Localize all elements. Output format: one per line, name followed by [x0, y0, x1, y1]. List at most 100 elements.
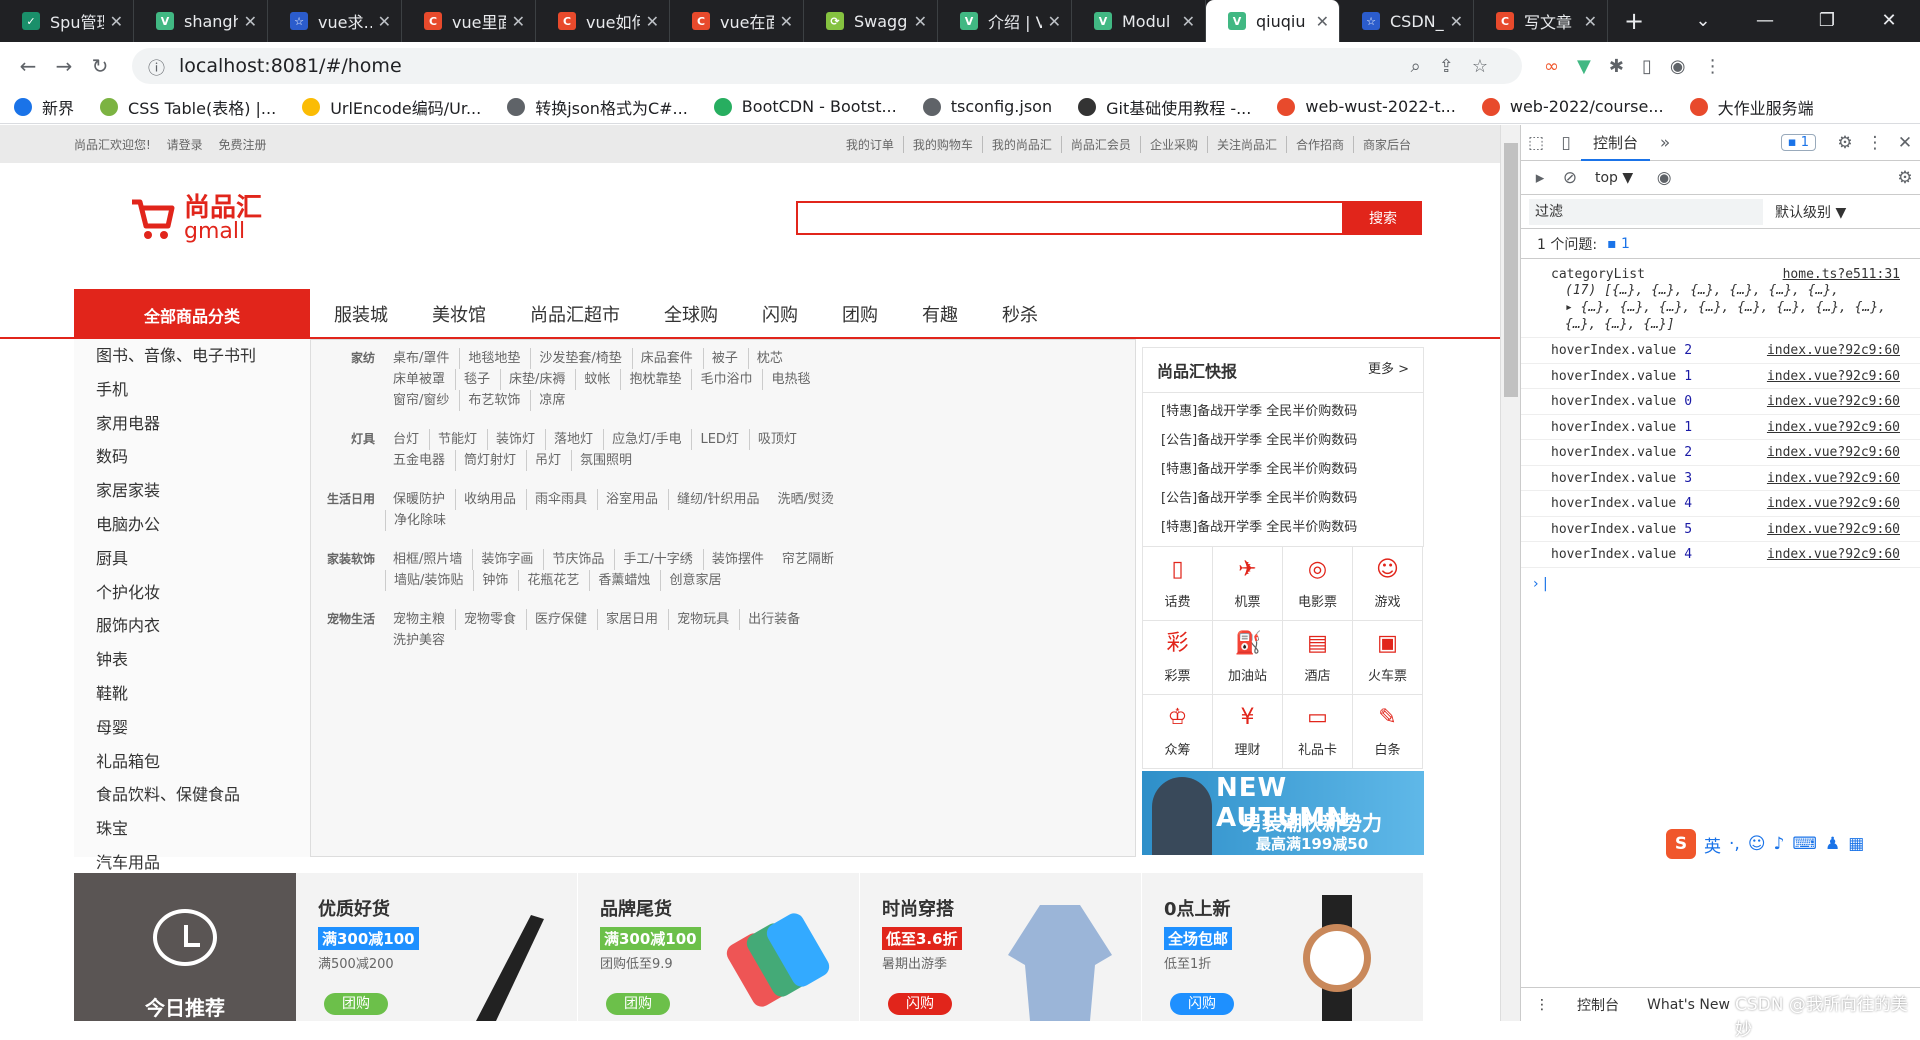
subcategory-link[interactable]: 雨伞雨具 [526, 489, 597, 510]
subcategory-link[interactable]: 手工/十字绣 [614, 549, 702, 570]
life-service-film[interactable]: ◎ 电影票 [1283, 547, 1353, 621]
share-icon[interactable]: ⇪ [1439, 56, 1472, 77]
nav-link[interactable]: 尚品汇超市 [530, 301, 620, 327]
subcategory-link[interactable]: 缝纫/针织用品 [668, 489, 769, 510]
news-item[interactable]: [特惠]备战开学季 全民半价购数码 [1143, 455, 1423, 484]
tab-close-icon[interactable]: ✕ [244, 12, 257, 31]
subcategory-link[interactable]: 宠物零食 [455, 609, 526, 630]
news-item[interactable]: [特惠]备战开学季 全民半价购数码 [1143, 513, 1423, 542]
tab-close-icon[interactable]: ✕ [110, 12, 123, 31]
subcategory-link[interactable]: 枕芯 [747, 348, 793, 369]
inspect-icon[interactable]: ⬚ [1521, 133, 1551, 153]
life-service-finance[interactable]: ¥ 理财 [1213, 695, 1283, 769]
search-input[interactable] [796, 201, 1344, 235]
browser-tab[interactable]: C 写文章 ✕ [1474, 0, 1608, 42]
console-log-row[interactable]: hoverIndex.value 5 index.vue?92c9:60 [1521, 517, 1920, 542]
restore-icon[interactable]: ❐ [1796, 0, 1858, 42]
subcategory-link[interactable]: 洗晒/熨烫 [769, 489, 843, 510]
category-item[interactable]: 母婴 [74, 711, 310, 745]
category-item[interactable]: 礼品箱包 [74, 745, 310, 779]
log-source-link[interactable]: index.vue?92c9:60 [1767, 466, 1920, 491]
browser-tab[interactable]: ☆ CSDN_ ✕ [1340, 0, 1474, 42]
category-item[interactable]: 手机 [74, 373, 310, 407]
drawer-tab-whatsnew[interactable]: What's New [1633, 997, 1744, 1013]
top-link[interactable]: 企业采购 [1139, 135, 1207, 153]
log-source-link[interactable]: index.vue?92c9:60 [1767, 389, 1920, 414]
top-link[interactable]: 商家后台 [1352, 135, 1420, 153]
skin-icon[interactable]: ♟ [1825, 834, 1840, 854]
keyboard-icon[interactable]: ⌨ [1792, 834, 1817, 854]
tab-close-icon[interactable]: ✕ [914, 12, 927, 31]
subcategory-link[interactable]: 落地灯 [545, 429, 603, 450]
console-log-row[interactable]: hoverIndex.value 4 index.vue?92c9:60 [1521, 491, 1920, 517]
category-list-log[interactable]: categoryList home.ts?e511:31 (17) [{…}, … [1521, 259, 1920, 338]
subcategory-link[interactable]: 浴室用品 [597, 489, 668, 510]
back-icon[interactable]: ← [10, 54, 46, 78]
life-service-crowdfund[interactable]: ♔ 众筹 [1143, 695, 1213, 769]
nav-link[interactable]: 有趣 [922, 301, 958, 327]
browser-tab[interactable]: Cvue如何 ✕ [536, 0, 670, 42]
subcategory-link[interactable]: 相框/照片墙 [385, 549, 472, 570]
tab-close-icon[interactable]: ✕ [780, 12, 793, 31]
news-more-link[interactable]: 更多 > [1368, 358, 1409, 382]
life-service-phone[interactable]: ▯ 话费 [1143, 547, 1213, 621]
register-link[interactable]: 免费注册 [218, 138, 266, 152]
settings-gear-icon[interactable]: ⚙ [1830, 133, 1860, 153]
zoom-icon[interactable]: ⌕ [1411, 56, 1439, 77]
subcategory-link[interactable]: 洗护美容 [385, 630, 455, 651]
subcategory-link[interactable]: LED灯 [691, 429, 748, 450]
life-service-fuel[interactable]: ⛽ 加油站 [1213, 621, 1283, 695]
toolbox-icon[interactable]: ▦ [1848, 834, 1864, 854]
browser-tab[interactable]: Vqiuqiu ✕ [1206, 0, 1340, 42]
browser-tab[interactable]: Cvue里面 ✕ [402, 0, 536, 42]
emoji-icon[interactable]: ☺ [1748, 834, 1766, 854]
category-item[interactable]: 电脑办公 [74, 508, 310, 542]
bookmark-item[interactable]: UrlEncode编码/Ur... [302, 95, 481, 119]
recommend-pill-button[interactable]: 团购 [324, 993, 388, 1015]
nav-link[interactable]: 秒杀 [1002, 301, 1038, 327]
log-level-select[interactable]: 默认级别 ▼ [1775, 202, 1846, 222]
console-log-row[interactable]: hoverIndex.value 0 index.vue?92c9:60 [1521, 389, 1920, 415]
subcategory-link[interactable]: 钟饰 [473, 570, 518, 591]
address-bar[interactable]: ⓘ localhost:8081/#/home ⌕⇪☆ [132, 48, 1522, 84]
recommend-item[interactable]: 优质好货 满300减100 满500减200 团购 [296, 873, 578, 1021]
menu-kebab-icon[interactable]: ⋮ [1704, 56, 1722, 77]
close-window-icon[interactable]: ✕ [1858, 0, 1920, 42]
category-item[interactable]: 个护化妆 [74, 576, 310, 610]
subcategory-link[interactable]: 应急灯/手电 [603, 429, 691, 450]
log-source-link[interactable]: index.vue?92c9:60 [1767, 491, 1920, 516]
news-item[interactable]: [特惠]备战开学季 全民半价购数码 [1143, 397, 1423, 426]
subcategory-link[interactable]: 五金电器 [385, 450, 455, 471]
forward-icon[interactable]: → [46, 54, 82, 78]
subcategory-link[interactable]: 氛围照明 [571, 450, 642, 471]
bookmark-star-icon[interactable]: ☆ [1472, 56, 1506, 77]
top-link[interactable]: 关注尚品汇 [1206, 135, 1286, 153]
bookmark-item[interactable]: tsconfig.json [922, 97, 1052, 116]
browser-tab[interactable]: ☆ vue求… ✕ [268, 0, 402, 42]
life-service-giftcard[interactable]: ▭ 礼品卡 [1283, 695, 1353, 769]
recommend-pill-button[interactable]: 闪购 [1170, 993, 1234, 1015]
tab-close-icon[interactable]: ✕ [378, 12, 391, 31]
console-log-row[interactable]: hoverIndex.value 2 index.vue?92c9:60 [1521, 338, 1920, 364]
sogou-icon[interactable]: S [1666, 829, 1696, 859]
browser-tab[interactable]: V Modul ✕ [1072, 0, 1206, 42]
bookmark-item[interactable]: 大作业服务端 [1689, 95, 1814, 119]
subcategory-link[interactable]: 帘艺隔断 [774, 549, 844, 570]
context-select[interactable]: top ▼ [1595, 170, 1633, 186]
subcategory-heading[interactable]: 灯具 [311, 429, 385, 471]
browser-tab[interactable]: Vshangh ✕ [134, 0, 268, 42]
subcategory-link[interactable]: 吊灯 [526, 450, 571, 471]
subcategory-link[interactable]: 毛巾浴巾 [691, 369, 762, 390]
console-log-row[interactable]: hoverIndex.value 1 index.vue?92c9:60 [1521, 415, 1920, 440]
life-service-hotel[interactable]: ▤ 酒店 [1283, 621, 1353, 695]
recommend-item[interactable]: 品牌尾货 满300减100 团购低至9.9 团购 [578, 873, 860, 1021]
nav-link[interactable]: 闪购 [762, 301, 798, 327]
browser-tab[interactable]: ⟳ Swagg ✕ [804, 0, 938, 42]
log-source-link[interactable]: home.ts?e511:31 [1783, 267, 1900, 282]
tab-close-icon[interactable]: ✕ [1584, 12, 1597, 31]
recommend-pill-button[interactable]: 闪购 [888, 993, 952, 1015]
console-log-row[interactable]: hoverIndex.value 1 index.vue?92c9:60 [1521, 364, 1920, 389]
subcategory-link[interactable]: 地毯地垫 [459, 348, 530, 369]
subcategory-link[interactable]: 窗帘/窗纱 [385, 390, 459, 411]
subcategory-link[interactable]: 布艺软饰 [459, 390, 530, 411]
